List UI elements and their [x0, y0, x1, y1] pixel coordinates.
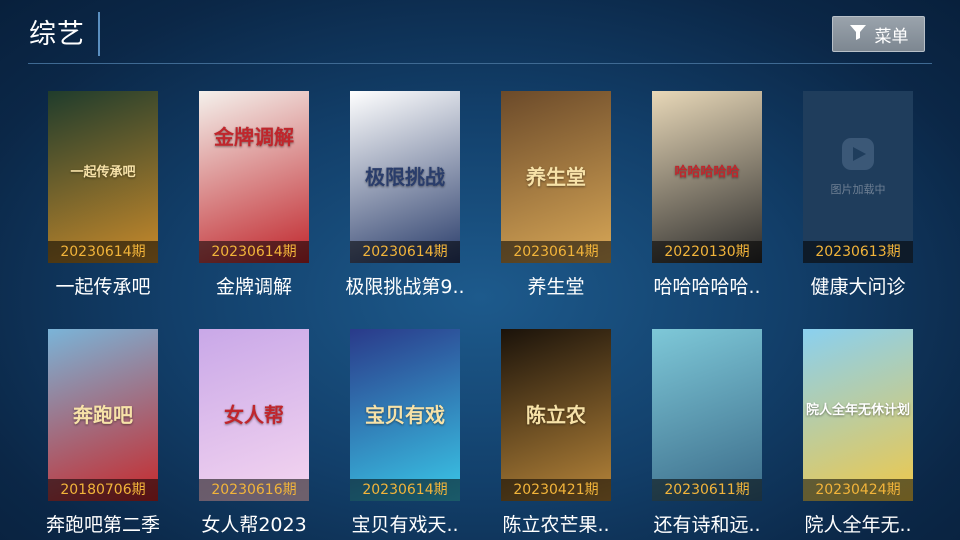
episode-badge: 20230614期	[48, 241, 158, 263]
poster-image: 院人全年无休计划 20230424期	[803, 329, 913, 501]
card-title: 陈立农芒果..	[502, 514, 610, 536]
poster-image: 养生堂 20230614期	[501, 91, 611, 263]
menu-button[interactable]: 菜单	[832, 16, 925, 52]
episode-badge: 20220130期	[652, 241, 762, 263]
episode-badge: 20230614期	[350, 241, 460, 263]
episode-badge: 20230424期	[803, 479, 913, 501]
poster-image: 宝贝有戏 20230614期	[350, 329, 460, 501]
poster-title-text: 极限挑战	[365, 165, 445, 189]
header: 综艺 菜单	[0, 0, 960, 64]
poster-image: 20230611期	[652, 329, 762, 501]
poster-title-text: 一起传承吧	[70, 165, 136, 180]
page-title: 综艺	[29, 19, 85, 50]
poster-title-text: 奔跑吧	[73, 403, 133, 427]
card-title: 养生堂	[527, 276, 585, 298]
poster-artwork	[652, 329, 762, 501]
menu-button-label: 菜单	[874, 26, 909, 47]
poster-image: 奔跑吧 20180706期	[48, 329, 158, 501]
card-title: 一起传承吧	[55, 276, 151, 298]
episode-badge: 20230614期	[501, 241, 611, 263]
poster-image: 哈哈哈哈哈 20220130期	[652, 91, 762, 263]
poster-image: 金牌调解 20230614期	[199, 91, 309, 263]
episode-badge: 20230616期	[199, 479, 309, 501]
card-title: 院人全年无..	[804, 514, 912, 536]
poster-artwork	[803, 91, 913, 263]
poster-title-text: 陈立农	[526, 403, 586, 427]
card-title: 哈哈哈哈哈..	[653, 276, 761, 298]
poster-title-text: 养生堂	[526, 165, 586, 189]
poster-title-text: 哈哈哈哈哈	[674, 165, 740, 180]
filter-icon	[849, 23, 867, 46]
card-title: 金牌调解	[215, 276, 292, 298]
placeholder-text: 图片加载中	[830, 183, 886, 196]
card-title: 极限挑战第9..	[345, 276, 465, 298]
title-divider	[98, 12, 100, 56]
poster-image: 图片加载中 20230613期	[803, 91, 913, 263]
poster-title-text: 金牌调解	[214, 125, 294, 149]
episode-badge: 20230614期	[350, 479, 460, 501]
poster-image: 陈立农 20230421期	[501, 329, 611, 501]
episode-badge: 20180706期	[48, 479, 158, 501]
header-divider	[28, 63, 932, 64]
card-title: 女人帮2023	[201, 514, 307, 536]
card-title: 奔跑吧第二季	[45, 514, 160, 536]
card-title: 健康大问诊	[810, 276, 906, 298]
poster-title-text: 女人帮	[224, 403, 284, 427]
episode-badge: 20230421期	[501, 479, 611, 501]
episode-badge: 20230613期	[803, 241, 913, 263]
poster-image: 极限挑战 20230614期	[350, 91, 460, 263]
placeholder-logo-icon	[842, 138, 874, 170]
poster-artwork	[199, 91, 309, 263]
poster-title-text: 院人全年无休计划	[805, 403, 910, 418]
poster-image: 女人帮 20230616期	[199, 329, 309, 501]
card-title: 还有诗和远..	[653, 514, 761, 536]
poster-image: 一起传承吧 20230614期	[48, 91, 158, 263]
episode-badge: 20230614期	[199, 241, 309, 263]
card-title: 宝贝有戏天..	[351, 514, 459, 536]
poster-title-text: 宝贝有戏	[365, 403, 445, 427]
episode-badge: 20230611期	[652, 479, 762, 501]
